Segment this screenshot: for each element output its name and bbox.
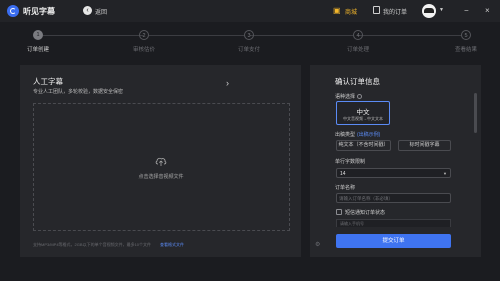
store-button[interactable]: 商城 bbox=[345, 7, 357, 16]
back-button[interactable]: 返回 bbox=[95, 7, 107, 16]
submit-order-button[interactable]: 提交订单 bbox=[336, 234, 451, 248]
phone-field[interactable]: 请输入手机号 bbox=[336, 219, 451, 227]
avatar[interactable] bbox=[422, 4, 436, 18]
info-icon[interactable] bbox=[357, 94, 363, 100]
language-sub: 中文音视频→中文文本 bbox=[343, 116, 383, 121]
close-button[interactable]: × bbox=[485, 6, 490, 15]
sms-notify-label: 短信通知订单状态 bbox=[345, 210, 386, 216]
chevron-right-icon[interactable]: › bbox=[226, 78, 229, 88]
upload-icon bbox=[155, 157, 167, 166]
step-connector bbox=[250, 35, 353, 36]
order-name-label: 订单名称 bbox=[335, 185, 356, 191]
output-plain-text-option[interactable]: 纯文本（不含时间戳） bbox=[336, 140, 391, 151]
format-link[interactable]: 查看格式文件 bbox=[160, 242, 184, 248]
step-1-indicator: 1 bbox=[33, 30, 43, 40]
app-logo-icon bbox=[7, 5, 19, 17]
select-file-button[interactable]: 点击选择音视频文件 bbox=[138, 173, 183, 180]
chevron-down-icon: ▼ bbox=[443, 170, 447, 176]
output-type-label-text: 出稿类型 bbox=[335, 132, 356, 138]
order-name-input[interactable] bbox=[339, 194, 447, 202]
chevron-down-icon[interactable]: ▼ bbox=[439, 7, 444, 13]
output-timestamp-option[interactable]: 标时间戳字幕 bbox=[398, 140, 451, 151]
step-2-label: 审核估价 bbox=[132, 47, 156, 53]
step-4-indicator: 4 bbox=[353, 30, 363, 40]
char-limit-select[interactable]: 14 ▼ bbox=[336, 168, 451, 178]
language-option-chinese[interactable]: 中文 中文音视频→中文文本 bbox=[336, 101, 390, 125]
service-description: 专业人工团队，多轮校验，数据安全保密 bbox=[33, 89, 124, 95]
step-4-label: 订单处理 bbox=[346, 47, 370, 53]
step-1-label: 订单创建 bbox=[26, 47, 50, 53]
file-dropzone[interactable] bbox=[33, 103, 290, 231]
back-icon[interactable]: ‹ bbox=[83, 6, 92, 15]
settings-icon[interactable]: ⚙ bbox=[315, 241, 320, 248]
language-label-text: 语种选择 bbox=[335, 94, 356, 100]
my-orders-button[interactable]: 我的订单 bbox=[383, 7, 407, 16]
step-3-label: 订单支付 bbox=[237, 47, 261, 53]
step-5-indicator: 5 bbox=[461, 30, 471, 40]
step-connector bbox=[43, 35, 143, 36]
order-title: 确认订单信息 bbox=[335, 77, 380, 86]
store-icon[interactable]: ▣ bbox=[333, 6, 341, 15]
minimize-button[interactable]: − bbox=[464, 6, 469, 15]
sms-notify-checkbox[interactable] bbox=[336, 209, 342, 215]
phone-placeholder: 请输入手机号 bbox=[340, 221, 364, 226]
step-connector bbox=[359, 35, 461, 36]
format-note: 支持MP3/MP4等格式，2GB以下的单个音视频文件，最多10个文件 bbox=[33, 242, 152, 247]
scrollbar-thumb[interactable] bbox=[474, 93, 477, 133]
output-sample-link[interactable]: (出稿示例) bbox=[357, 132, 380, 138]
order-name-field[interactable] bbox=[336, 193, 451, 203]
font-size-label: 单行字数限制 bbox=[335, 159, 366, 165]
char-limit-value: 14 bbox=[340, 170, 346, 177]
service-title: 人工字幕 bbox=[33, 77, 63, 86]
app-name: 听见字幕 bbox=[23, 7, 55, 16]
step-connector bbox=[149, 35, 244, 36]
output-type-label: 出稿类型 (出稿示例) bbox=[335, 131, 380, 138]
step-3-indicator: 3 bbox=[244, 30, 254, 40]
language-label: 语种选择 bbox=[335, 93, 363, 100]
orders-icon[interactable] bbox=[373, 6, 380, 14]
step-5-label: 查看结果 bbox=[454, 47, 478, 53]
step-2-indicator: 2 bbox=[139, 30, 149, 40]
language-main: 中文 bbox=[356, 109, 370, 116]
